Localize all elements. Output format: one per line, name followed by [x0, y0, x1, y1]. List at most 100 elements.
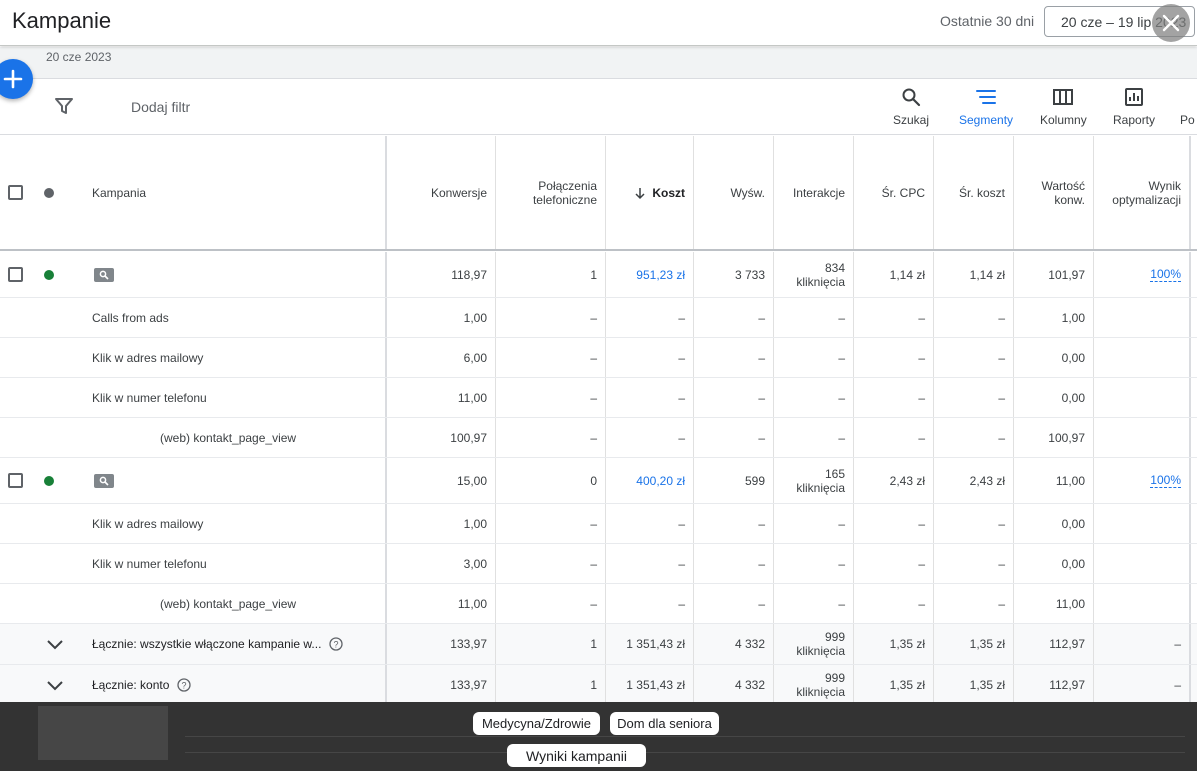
cell-calls: 0	[590, 473, 597, 488]
header-avg-cost[interactable]: Śr. koszt	[934, 136, 1013, 249]
cost-link[interactable]: 951,23 zł	[636, 268, 685, 282]
help-icon[interactable]: ?	[177, 677, 192, 692]
filter-icon[interactable]	[54, 97, 74, 120]
status-cell[interactable]	[44, 252, 56, 297]
summary-row: Łącznie: wszystkie włączone kampanie w..…	[0, 624, 1197, 665]
header-calls[interactable]: Połączenia telefoniczne	[496, 136, 605, 249]
segments-tool[interactable]: Segmenty	[959, 87, 1013, 127]
header-interactions[interactable]: Interakcje	[774, 136, 853, 249]
sub-date: 20 cze 2023	[46, 50, 112, 64]
row-select[interactable]	[8, 458, 28, 503]
columns-tool-label: Kolumny	[1040, 113, 1087, 127]
cell-conversions: 11,00	[457, 596, 487, 611]
search-tool[interactable]: Szukaj	[893, 87, 929, 127]
cell-avg-cpc: –	[918, 350, 925, 365]
cell-impressions: –	[758, 310, 765, 325]
add-filter-button[interactable]: Dodaj filtr	[131, 99, 190, 115]
header-campaign[interactable]: Kampania	[92, 136, 372, 249]
header-select-all[interactable]	[8, 136, 28, 249]
select-all-checkbox[interactable]	[8, 185, 23, 200]
reports-tool-label: Raporty	[1113, 113, 1156, 127]
reports-tool[interactable]: Raporty	[1113, 87, 1155, 127]
chip-dom-dla-seniora[interactable]: Dom dla seniora	[610, 712, 719, 735]
campaign-row: 118,97 1 951,23 zł 3 733 834 kliknięcia 1,14 z…	[0, 252, 1197, 298]
columns-tool[interactable]: Kolumny	[1040, 87, 1087, 127]
cell-calls: 1	[590, 637, 597, 651]
cell-conv-value: 100,97	[1048, 430, 1085, 445]
segment-label: Calls from ads	[92, 310, 169, 325]
cell-interactions: –	[838, 556, 845, 571]
search-campaign-icon	[94, 267, 114, 282]
cell-avg-cost: –	[998, 350, 1005, 365]
opt-score-link[interactable]: 100%	[1150, 473, 1181, 488]
chip-wyniki-kampanii[interactable]: Wyniki kampanii	[507, 744, 646, 767]
cell-avg-cost: 2,43 zł	[969, 473, 1005, 488]
cell-impressions: 4 332	[734, 637, 765, 651]
help-icon[interactable]: ?	[329, 637, 344, 651]
row-select[interactable]	[8, 252, 28, 297]
cell-conv-value: 11,00	[1055, 596, 1085, 611]
cell-calls: –	[590, 516, 597, 531]
expand-chevron-icon[interactable]	[46, 665, 68, 704]
cell-opt-score[interactable]: 100%	[1094, 458, 1189, 503]
cell-opt-score: –	[1174, 637, 1181, 651]
cell-interactions: 165 kliknięcia	[796, 466, 845, 495]
segment-label: Klik w numer telefonu	[92, 390, 207, 405]
summary-label: Łącznie: konto	[92, 677, 170, 692]
close-button[interactable]	[1152, 4, 1190, 42]
cell-opt-score: –	[1174, 677, 1181, 692]
campaign-name[interactable]	[94, 458, 374, 503]
cell-opt-score[interactable]: 100%	[1094, 252, 1189, 297]
search-icon	[902, 88, 921, 107]
row-checkbox[interactable]	[8, 473, 23, 488]
cell-impressions: –	[758, 350, 765, 365]
segments-icon	[976, 90, 997, 104]
cell-avg-cpc: –	[918, 556, 925, 571]
expand-chevron-icon[interactable]	[46, 624, 68, 664]
campaign-name[interactable]	[94, 252, 374, 297]
opt-score-link[interactable]: 100%	[1150, 267, 1181, 282]
cell-cost: –	[678, 310, 685, 325]
date-range-label: Ostatnie 30 dni	[940, 13, 1035, 29]
status-enabled-dot	[44, 269, 54, 280]
cell-calls: –	[590, 310, 597, 325]
cell-avg-cpc: –	[918, 390, 925, 405]
cost-link[interactable]: 400,20 zł	[636, 474, 685, 488]
cell-opt-score	[1094, 544, 1189, 583]
summary-row: Łącznie: konto? 133,97 1 1 351,43 zł 4 332 99…	[0, 665, 1197, 705]
cell-cost[interactable]: 400,20 zł	[606, 458, 693, 503]
header-conv-value[interactable]: Wartość konw.	[1014, 136, 1093, 249]
cell-opt-score	[1094, 378, 1189, 417]
header-opt-score[interactable]: Wynik optymalizacji	[1094, 136, 1189, 249]
cell-opt-score	[1094, 298, 1189, 337]
header-status[interactable]	[44, 136, 56, 249]
cell-avg-cpc: –	[918, 310, 925, 325]
cell-avg-cpc: 1,14 zł	[889, 267, 925, 282]
header-avg-cpc[interactable]: Śr. CPC	[854, 136, 933, 249]
header-impressions[interactable]: Wyśw.	[694, 136, 773, 249]
chip-medycyna-zdrowie[interactable]: Medycyna/Zdrowie	[473, 712, 600, 735]
cell-cost[interactable]: 951,23 zł	[606, 252, 693, 297]
plus-icon	[3, 69, 23, 89]
status-cell[interactable]	[44, 458, 56, 503]
more-tool-label: Po	[1180, 113, 1195, 127]
cell-interactions: –	[838, 516, 845, 531]
cell-interactions: –	[838, 390, 845, 405]
cell-avg-cost: 1,14 zł	[969, 267, 1005, 282]
cell-impressions: 4 332	[734, 677, 765, 692]
header-cost[interactable]: Koszt	[606, 136, 693, 249]
cell-conversions: 3,00	[463, 556, 487, 571]
row-checkbox[interactable]	[8, 267, 23, 282]
cell-calls: –	[590, 556, 597, 571]
cell-avg-cost: 1,35 zł	[969, 677, 1005, 692]
svg-text:?: ?	[182, 680, 187, 690]
cell-impressions: 599	[744, 473, 765, 488]
cell-calls: –	[590, 430, 597, 445]
svg-text:?: ?	[334, 640, 339, 650]
cell-cost: –	[678, 516, 685, 531]
header-conversions[interactable]: Konwersje	[386, 136, 495, 249]
cell-conversions: 15,00	[456, 473, 487, 488]
more-tool[interactable]: Po	[1180, 87, 1195, 127]
cell-impressions: 3 733	[734, 267, 765, 282]
cell-interactions: –	[838, 350, 845, 365]
